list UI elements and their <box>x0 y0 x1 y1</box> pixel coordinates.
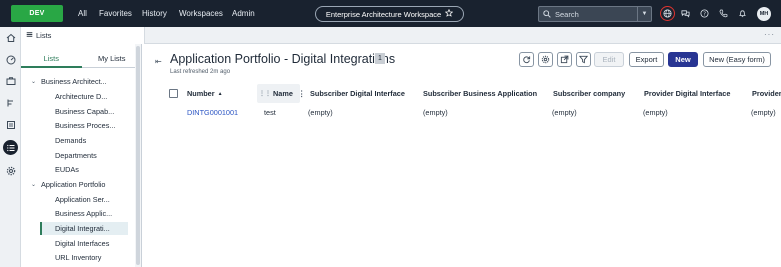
open-in-new-button[interactable] <box>557 52 572 67</box>
nav-all[interactable]: All <box>78 0 87 27</box>
settings-icon[interactable] <box>3 163 18 178</box>
tree-group-business-architecture[interactable]: ⌄ Business Architect... <box>31 75 107 88</box>
table-cell: (empty) <box>423 107 448 117</box>
settings-button[interactable] <box>538 52 553 67</box>
tree-item[interactable]: Business Applic... <box>55 207 112 220</box>
dashboard-icon[interactable] <box>3 52 18 67</box>
new-button[interactable]: New <box>668 52 698 67</box>
refresh-button[interactable] <box>519 52 534 67</box>
sidebar-subtabs: Lists My Lists <box>21 50 142 68</box>
record-number-link[interactable]: DINTG0001001 <box>187 106 238 118</box>
workspace-selector[interactable]: Enterprise Architecture Workspace <box>315 6 464 22</box>
sort-ascending-icon: ▲ <box>217 90 223 97</box>
avatar[interactable]: MH <box>757 7 771 21</box>
chevron-down-icon: ⌄ <box>31 182 37 188</box>
globe-icon[interactable] <box>660 6 675 21</box>
tab-strip: Lists ··· <box>21 27 781 44</box>
search-input[interactable]: Search <box>555 10 579 19</box>
document-list-icon[interactable] <box>3 117 18 132</box>
tree-item[interactable]: EUDAs <box>55 163 79 176</box>
global-search[interactable]: Search ▼ <box>538 6 652 22</box>
chat-icon[interactable] <box>678 6 693 21</box>
sidebar-scrollbar[interactable] <box>135 44 141 267</box>
workspace-name: Enterprise Architecture Workspace <box>325 9 442 19</box>
bell-icon[interactable] <box>735 6 750 21</box>
subtab-lists[interactable]: Lists <box>21 50 82 68</box>
page-title: Application Portfolio - Digital Integrat… <box>170 52 396 66</box>
flow-icon[interactable] <box>3 95 18 110</box>
select-all-checkbox[interactable] <box>169 89 178 98</box>
tree-item[interactable]: Business Capab... <box>55 105 114 118</box>
tree-item-selected[interactable]: Digital Integrati... <box>40 222 128 235</box>
tree-item[interactable]: Application Ser... <box>55 193 110 206</box>
export-button[interactable]: Export <box>629 52 664 67</box>
tree-item[interactable]: Demands <box>55 134 86 147</box>
column-header-provider-digital-interface[interactable]: Provider Digital Interface <box>644 84 730 103</box>
tab-lists-label: Lists <box>36 31 52 40</box>
tree-group-application-portfolio[interactable]: ⌄ Application Portfolio <box>31 178 106 191</box>
lists-sidebar: Lists My Lists ⌄ Business Architect... A… <box>21 44 142 267</box>
svg-text:?: ? <box>703 11 706 17</box>
tree-item[interactable]: URL Inventory <box>55 251 101 264</box>
briefcase-icon[interactable] <box>3 73 18 88</box>
table-cell: (empty) <box>643 107 668 117</box>
tab-lists[interactable]: Lists <box>21 27 145 44</box>
table-cell: (empty) <box>552 107 577 117</box>
tree-item[interactable]: Departments <box>55 149 97 162</box>
nav-history[interactable]: History <box>142 0 167 27</box>
top-navigation-bar: DEV All Favorites History Workspaces Adm… <box>0 0 781 27</box>
filter-button[interactable] <box>576 52 591 67</box>
last-refreshed: Last refreshed 2m ago <box>170 69 231 75</box>
new-easy-form-button[interactable]: New (Easy form) <box>703 52 771 67</box>
icon-rail <box>0 27 21 267</box>
tree-item[interactable]: Business Proces... <box>55 119 115 132</box>
phone-icon[interactable] <box>716 6 731 21</box>
scrollbar-thumb[interactable] <box>136 46 140 265</box>
column-header-number[interactable]: Number ▲ <box>187 84 223 103</box>
column-header-subscriber-digital-interface[interactable]: Subscriber Digital Interface <box>310 84 405 103</box>
star-icon[interactable] <box>444 8 454 19</box>
table-cell: (empty) <box>751 107 776 117</box>
home-icon[interactable] <box>3 30 18 45</box>
list-view: ⇤ Application Portfolio - Digital Integr… <box>143 44 781 267</box>
table-cell: (empty) <box>308 107 333 117</box>
drag-handle-icon[interactable]: ⋮⋮ <box>259 90 271 97</box>
lists-icon[interactable] <box>3 140 18 155</box>
search-icon <box>539 10 555 18</box>
tree-item[interactable]: Architecture D... <box>55 90 107 103</box>
column-menu-icon[interactable]: ⋮ <box>298 89 305 98</box>
more-icon[interactable]: ··· <box>764 30 775 39</box>
help-icon[interactable]: ? <box>697 6 712 21</box>
table-cell: test <box>264 107 276 117</box>
record-count-badge: 1 <box>375 53 385 64</box>
nav-favorites[interactable]: Favorites <box>99 0 132 27</box>
column-header-subscriber-company[interactable]: Subscriber company <box>553 84 625 103</box>
edit-button[interactable]: Edit <box>594 52 624 67</box>
column-header-subscriber-business-application[interactable]: Subscriber Business Application <box>423 84 537 103</box>
environment-badge: DEV <box>11 5 63 22</box>
column-header-name[interactable]: ⋮⋮ Name ⋮ <box>257 84 305 103</box>
column-header-provider[interactable]: Provider <box>752 84 781 103</box>
chevron-down-icon[interactable]: ▼ <box>637 7 651 21</box>
nav-workspaces[interactable]: Workspaces <box>179 0 223 27</box>
tree-item[interactable]: Digital Interfaces <box>55 237 109 250</box>
menu-icon <box>26 31 33 40</box>
subtab-my-lists[interactable]: My Lists <box>81 50 142 68</box>
chevron-down-icon: ⌄ <box>31 79 37 85</box>
collapse-sidebar-icon[interactable]: ⇤ <box>155 57 162 66</box>
nav-admin[interactable]: Admin <box>232 0 255 27</box>
